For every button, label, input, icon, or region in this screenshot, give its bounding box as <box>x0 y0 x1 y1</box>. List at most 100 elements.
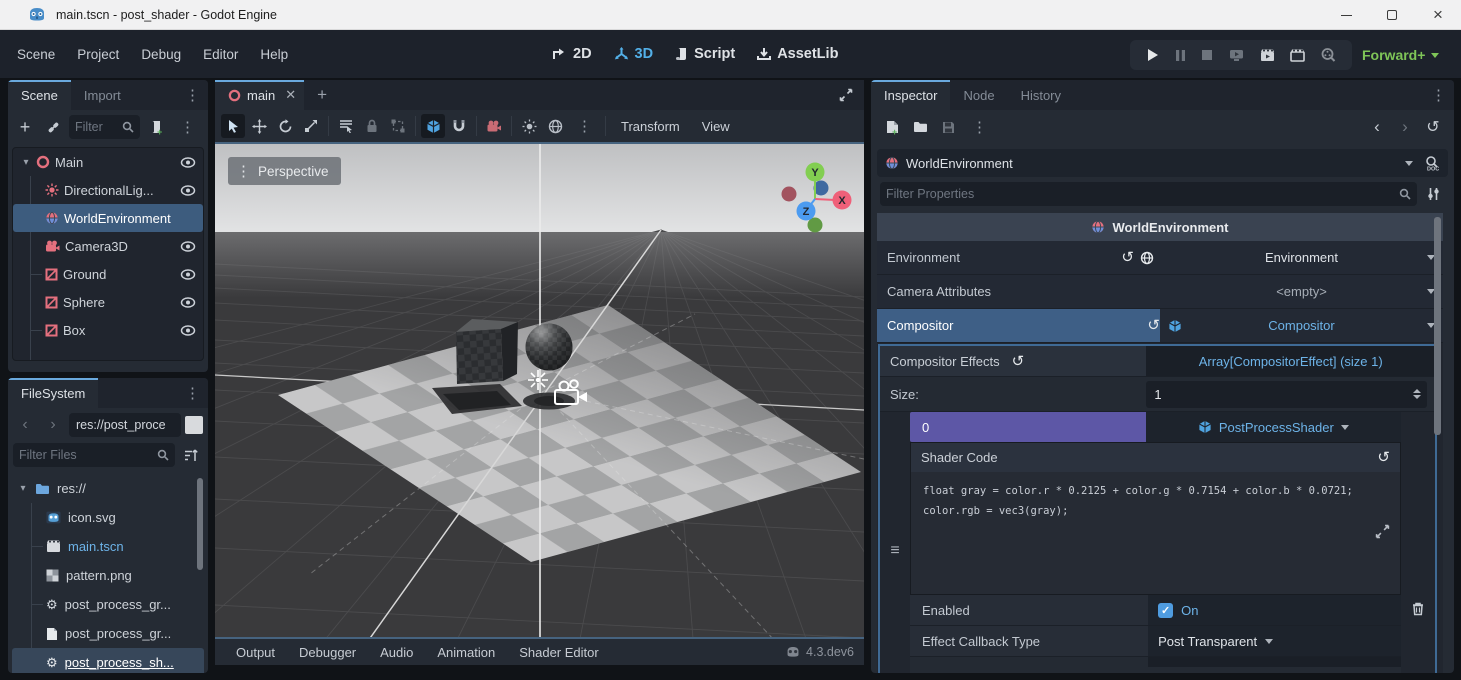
load-resource-button[interactable] <box>908 115 932 139</box>
tab-scene[interactable]: Scene <box>8 80 71 110</box>
expand-viewport-icon[interactable] <box>834 83 858 107</box>
file-row-post-process-shader[interactable]: ⚙ post_process_sh... <box>12 648 204 673</box>
menu-scene[interactable]: Scene <box>6 41 66 68</box>
open-docs-icon[interactable]: DOC <box>1420 151 1444 175</box>
property-tools-icon[interactable] <box>1421 182 1445 206</box>
scene-tree-menu-icon[interactable]: ⋮ <box>172 120 203 135</box>
file-row-pattern-png[interactable]: pattern.png <box>12 561 204 590</box>
current-path-input[interactable] <box>76 418 174 432</box>
tree-row-ground[interactable]: Ground <box>13 260 203 288</box>
file-row-main-tscn[interactable]: main.tscn <box>12 532 204 561</box>
edited-object-selector[interactable]: WorldEnvironment DOC <box>877 149 1448 177</box>
history-forward-button[interactable]: › <box>1393 115 1417 139</box>
tree-row-box[interactable]: Box <box>13 316 203 344</box>
inspector-scrollbar[interactable] <box>1434 217 1441 435</box>
snap-toggle[interactable] <box>447 114 471 138</box>
list-select-tool-button[interactable] <box>334 114 358 138</box>
version-label[interactable]: 4.3.dev6 <box>806 645 854 659</box>
tree-row-main[interactable]: ▾ Main <box>13 148 203 176</box>
play-button[interactable] <box>1146 48 1159 62</box>
editor-assetlib-button[interactable]: AssetLib <box>757 46 838 62</box>
stop-button[interactable] <box>1201 49 1213 61</box>
property-camera-attributes[interactable]: Camera Attributes <empty> <box>877 275 1443 309</box>
group-selected-button[interactable] <box>386 114 410 138</box>
close-tab-icon[interactable]: ✕ <box>285 87 296 103</box>
revert-icon[interactable]: ↺ <box>1147 318 1160 333</box>
toggle-split-mode-button[interactable] <box>185 416 203 434</box>
view-options-menu-icon[interactable]: ⋮ <box>569 119 600 134</box>
bottom-tab-audio[interactable]: Audio <box>369 642 424 663</box>
enabled-checkbox[interactable]: ✓ <box>1158 603 1173 618</box>
editor-script-button[interactable]: Script <box>675 46 735 62</box>
movie-maker-toggle[interactable] <box>1321 48 1336 62</box>
menu-project[interactable]: Project <box>66 41 130 68</box>
revert-icon[interactable]: ↺ <box>1121 250 1134 265</box>
property-effect-callback-type[interactable]: Effect Callback Type Post Transparent <box>910 626 1401 657</box>
shader-code-editor[interactable]: float gray = color.r * 0.2125 + color.g … <box>911 472 1400 594</box>
file-row-icon-svg[interactable]: icon.svg <box>12 503 204 532</box>
visibility-eye-icon[interactable] <box>180 325 196 336</box>
category-worldenvironment[interactable]: WorldEnvironment <box>877 213 1443 241</box>
tab-history[interactable]: History <box>1008 80 1074 110</box>
file-filter-input[interactable] <box>19 448 157 462</box>
camera-preview-toggle[interactable] <box>482 114 506 138</box>
property-enabled[interactable]: Enabled ✓ On <box>910 595 1401 626</box>
nav-forward-button[interactable]: › <box>41 413 65 437</box>
scene-tab-main[interactable]: main ✕ <box>215 80 304 110</box>
scale-tool-button[interactable] <box>299 114 323 138</box>
environment-preview-toggle[interactable] <box>543 114 567 138</box>
close-button[interactable]: × <box>1415 0 1461 30</box>
menu-editor[interactable]: Editor <box>192 41 249 68</box>
lock-selected-button[interactable] <box>360 114 384 138</box>
renderer-selector[interactable]: Forward+ <box>1362 40 1439 70</box>
filesystem-menu-icon[interactable]: ⋮ <box>177 386 208 401</box>
bottom-tab-debugger[interactable]: Debugger <box>288 642 367 663</box>
visibility-eye-icon[interactable] <box>180 297 196 308</box>
revert-icon[interactable]: ↺ <box>1012 354 1025 369</box>
select-tool-button[interactable] <box>221 114 245 138</box>
history-icon[interactable]: ↺ <box>1421 115 1445 139</box>
visibility-eye-icon[interactable] <box>180 157 196 168</box>
revert-icon[interactable]: ↺ <box>1377 450 1390 465</box>
add-node-button[interactable]: + <box>13 115 37 139</box>
transform-menu[interactable]: Transform <box>611 115 690 138</box>
sun-preview-toggle[interactable] <box>517 114 541 138</box>
menu-help[interactable]: Help <box>249 41 299 68</box>
bottom-tab-animation[interactable]: Animation <box>426 642 506 663</box>
viewport-menu-icon[interactable]: ⋮ <box>236 164 251 179</box>
file-sort-icon[interactable] <box>179 443 203 467</box>
move-tool-button[interactable] <box>247 114 271 138</box>
property-filter-input[interactable] <box>886 187 1399 201</box>
file-row-post-process-resource[interactable]: post_process_gr... <box>12 619 204 648</box>
axis-neg-x[interactable] <box>782 187 797 202</box>
resource-menu-icon[interactable]: ⋮ <box>964 120 995 135</box>
tab-node[interactable]: Node <box>950 80 1007 110</box>
property-compositor-effects[interactable]: Compositor Effects ↺ Array[CompositorEff… <box>880 346 1435 377</box>
property-environment[interactable]: Environment ↺ Environment <box>877 241 1443 275</box>
instance-scene-button[interactable] <box>41 115 65 139</box>
new-resource-button[interactable]: + <box>880 115 904 139</box>
editor-2d-button[interactable]: 2D <box>552 46 592 62</box>
play-remote-button[interactable] <box>1229 49 1244 62</box>
new-scene-tab-button[interactable]: + <box>304 80 340 110</box>
visibility-eye-icon[interactable] <box>180 185 196 196</box>
filesystem-scrollbar[interactable] <box>197 478 203 570</box>
axis-neg-y[interactable] <box>808 218 823 233</box>
tree-row-worldenvironment[interactable]: WorldEnvironment <box>13 204 203 232</box>
tree-row-directionallight[interactable]: DirectionalLig... <box>13 176 203 204</box>
play-custom-scene-button[interactable] <box>1290 49 1305 62</box>
scene-filter-input[interactable] <box>75 120 122 134</box>
array-element-value[interactable]: PostProcessShader <box>1146 412 1401 442</box>
attach-script-button[interactable]: + <box>144 115 168 139</box>
tab-inspector[interactable]: Inspector <box>871 80 950 110</box>
viewport-3d[interactable]: Y X Z ⋮ Perspective <box>215 142 864 639</box>
visibility-eye-icon[interactable] <box>180 241 196 252</box>
tree-row-camera3d[interactable]: Camera3D <box>13 232 203 260</box>
bottom-tab-output[interactable]: Output <box>225 642 286 663</box>
file-row-root[interactable]: ▾ res:// <box>12 474 204 503</box>
property-compositor[interactable]: Compositor ↺ Compositor <box>877 309 1443 343</box>
collapse-icon[interactable]: ▾ <box>18 483 28 494</box>
rotate-tool-button[interactable] <box>273 114 297 138</box>
spinner-icon[interactable] <box>1413 389 1421 399</box>
inspector-menu-icon[interactable]: ⋮ <box>1423 88 1454 103</box>
